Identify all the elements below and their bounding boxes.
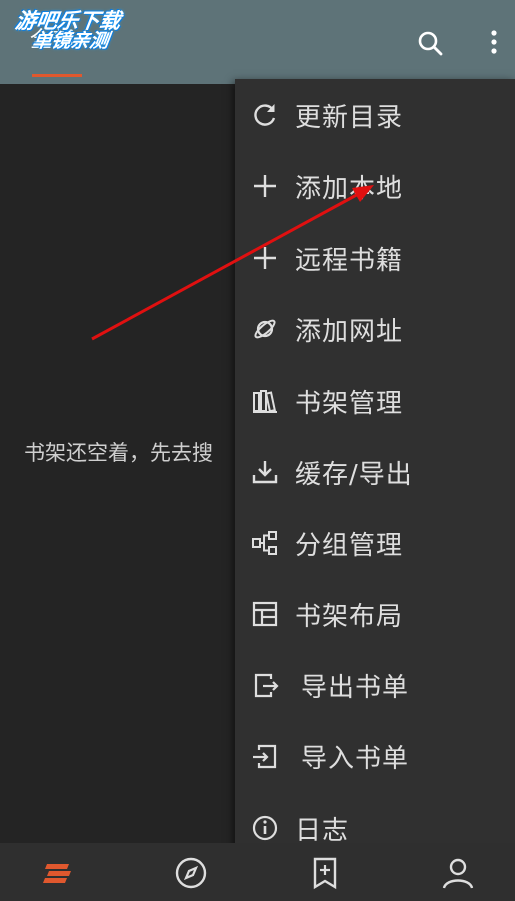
menu-item-label: 更新目录 (295, 102, 404, 133)
info-icon (251, 814, 279, 842)
bookshelf-icon (43, 864, 71, 883)
menu-item-label: 导出书单 (301, 672, 410, 703)
menu-item-group-manage[interactable]: 分组管理 (235, 513, 515, 573)
more-vert-icon (491, 30, 497, 54)
menu-item-label: 书架管理 (295, 388, 404, 419)
menu-item-label: 添加网址 (295, 316, 404, 347)
menu-item-label: 分组管理 (295, 530, 404, 561)
download-icon (251, 458, 279, 486)
menu-item-add-url[interactable]: 添加网址 (235, 299, 515, 359)
import-icon (251, 742, 279, 770)
group-icon (251, 529, 279, 557)
bottom-navigation (0, 843, 515, 901)
menu-item-remote-books[interactable]: 远程书籍 (235, 228, 515, 288)
menu-item-label: 远程书籍 (295, 245, 404, 276)
tab-indicator (32, 74, 82, 77)
menu-item-shelf-manage[interactable]: 书架管理 (235, 371, 515, 431)
export-icon (251, 671, 279, 699)
menu-item-label: 书架布局 (295, 601, 404, 632)
nav-discover[interactable] (171, 853, 211, 893)
compass-icon (175, 857, 207, 889)
bookmark-add-icon (313, 857, 337, 890)
more-options-button[interactable] (474, 23, 514, 63)
plus-icon (251, 172, 279, 200)
search-icon (418, 31, 443, 56)
overflow-menu: 更新目录 添加本地 远程书籍 添加网址 书架管理 缓存/导出 分组管理 书架布局… (235, 79, 515, 863)
refresh-icon (251, 101, 279, 129)
menu-item-update-catalog[interactable]: 更新目录 (235, 85, 515, 145)
nav-profile[interactable] (438, 853, 478, 893)
nav-rss[interactable] (305, 853, 345, 893)
menu-item-add-local[interactable]: 添加本地 (235, 156, 515, 216)
menu-item-label: 缓存/导出 (295, 459, 413, 490)
plus-icon (251, 244, 279, 272)
menu-item-import-booklist[interactable]: 导入书单 (235, 726, 515, 786)
menu-item-export-booklist[interactable]: 导出书单 (235, 655, 515, 715)
books-icon (251, 387, 279, 415)
menu-item-label: 导入书单 (301, 743, 410, 774)
nav-bookshelf[interactable] (38, 853, 78, 893)
watermark-line2: 单镜亲测 (31, 30, 111, 53)
top-app-bar: 全部 游吧乐下载 单镜亲测 (0, 0, 515, 84)
menu-item-cache-export[interactable]: 缓存/导出 (235, 442, 515, 502)
menu-item-shelf-layout[interactable]: 书架布局 (235, 584, 515, 644)
watermark-logo: 游吧乐下载 单镜亲测 (11, 9, 167, 53)
search-button[interactable] (410, 23, 450, 63)
watermark-line1: 游吧乐下载 (13, 9, 123, 33)
person-icon (442, 858, 474, 889)
planet-icon (251, 315, 279, 343)
empty-shelf-message: 书架还空着，先去搜 (24, 441, 213, 465)
menu-item-label: 添加本地 (295, 173, 404, 204)
menu-item-label: 日志 (295, 815, 350, 846)
layout-icon (251, 600, 279, 628)
